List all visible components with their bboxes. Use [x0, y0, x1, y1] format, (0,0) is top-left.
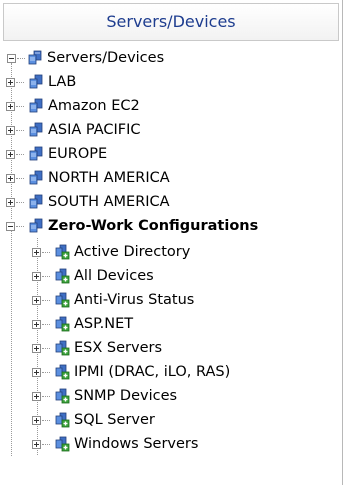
tree-config-label: Windows Servers [74, 436, 199, 452]
tree-group-amazon-ec2[interactable]: Amazon EC2 [6, 94, 140, 118]
expand-toggle[interactable] [6, 78, 15, 87]
tree-config-esx-servers[interactable]: ESX Servers [32, 336, 163, 360]
expand-toggle[interactable] [6, 174, 15, 183]
server-group-icon [28, 146, 44, 162]
expand-toggle[interactable] [32, 320, 41, 329]
expand-toggle[interactable] [6, 198, 15, 207]
tree-group-label: NORTH AMERICA [48, 170, 170, 186]
tree-config-active-directory[interactable]: Active Directory [32, 240, 191, 264]
tree-config-label: Anti-Virus Status [74, 292, 195, 308]
tree-config-all-devices[interactable]: All Devices [32, 264, 154, 288]
server-group-icon [28, 122, 44, 138]
tree-group-label: Zero-Work Configurations [48, 218, 259, 234]
expand-toggle[interactable] [6, 150, 15, 159]
tree-group-lab[interactable]: LAB [6, 70, 77, 94]
expand-toggle[interactable] [32, 416, 41, 425]
tree-config-ipmi[interactable]: IPMI (DRAC, iLO, RAS) [32, 360, 231, 384]
tree-group-south-america[interactable]: SOUTH AMERICA [6, 190, 170, 214]
expand-toggle[interactable] [32, 392, 41, 401]
configuration-group-icon [54, 316, 70, 332]
configuration-group-icon [54, 268, 70, 284]
configuration-group-icon [54, 388, 70, 404]
servers-devices-panel: Servers/Devices Servers/Devices LAB Amaz… [0, 0, 343, 485]
expand-toggle[interactable] [6, 102, 15, 111]
expand-toggle[interactable] [32, 368, 41, 377]
tree-group-label: Amazon EC2 [48, 98, 140, 114]
expand-toggle[interactable] [32, 296, 41, 305]
collapse-toggle[interactable] [6, 222, 15, 231]
tree-config-asp-net[interactable]: ASP.NET [32, 312, 134, 336]
tree-config-anti-virus-status[interactable]: Anti-Virus Status [32, 288, 195, 312]
tree-config-snmp-devices[interactable]: SNMP Devices [32, 384, 178, 408]
tree-config-label: SNMP Devices [74, 388, 178, 404]
configuration-group-icon [54, 364, 70, 380]
server-group-icon [27, 50, 43, 66]
tree-group-label: ASIA PACIFIC [48, 122, 141, 138]
server-group-icon [28, 98, 44, 114]
tree-config-label: All Devices [74, 268, 154, 284]
configuration-group-icon [54, 412, 70, 428]
server-group-icon [28, 74, 44, 90]
configuration-group-icon [54, 292, 70, 308]
tree-group-europe[interactable]: EUROPE [6, 142, 108, 166]
tree-config-label: Active Directory [74, 244, 191, 260]
tree-group-north-america[interactable]: NORTH AMERICA [6, 166, 170, 190]
tree-group-label: SOUTH AMERICA [48, 194, 170, 210]
tree-group-zero-work-configurations[interactable]: Zero-Work Configurations [6, 214, 259, 238]
tree-root[interactable]: Servers/Devices [5, 46, 164, 70]
tree-group-label: EUROPE [48, 146, 108, 162]
expand-toggle[interactable] [6, 126, 15, 135]
collapse-toggle[interactable] [7, 54, 16, 63]
tree-config-label: SQL Server [74, 412, 155, 428]
server-group-icon [28, 170, 44, 186]
panel-header: Servers/Devices [3, 3, 339, 41]
tree-connector [11, 226, 12, 456]
tree-config-label: ASP.NET [74, 316, 134, 332]
tree-root-label: Servers/Devices [47, 50, 165, 66]
expand-toggle[interactable] [32, 272, 41, 281]
configuration-group-icon [54, 436, 70, 452]
tree-config-sql-server[interactable]: SQL Server [32, 408, 155, 432]
server-group-icon [28, 194, 44, 210]
expand-toggle[interactable] [32, 248, 41, 257]
configuration-group-icon [54, 340, 70, 356]
tree-config-windows-servers[interactable]: Windows Servers [32, 432, 199, 456]
tree-group-asia-pacific[interactable]: ASIA PACIFIC [6, 118, 141, 142]
tree-config-label: IPMI (DRAC, iLO, RAS) [74, 364, 231, 380]
tree-config-label: ESX Servers [74, 340, 163, 356]
expand-toggle[interactable] [32, 440, 41, 449]
server-group-icon [28, 218, 44, 234]
configuration-group-icon [54, 244, 70, 260]
expand-toggle[interactable] [32, 344, 41, 353]
tree-group-label: LAB [48, 74, 77, 90]
